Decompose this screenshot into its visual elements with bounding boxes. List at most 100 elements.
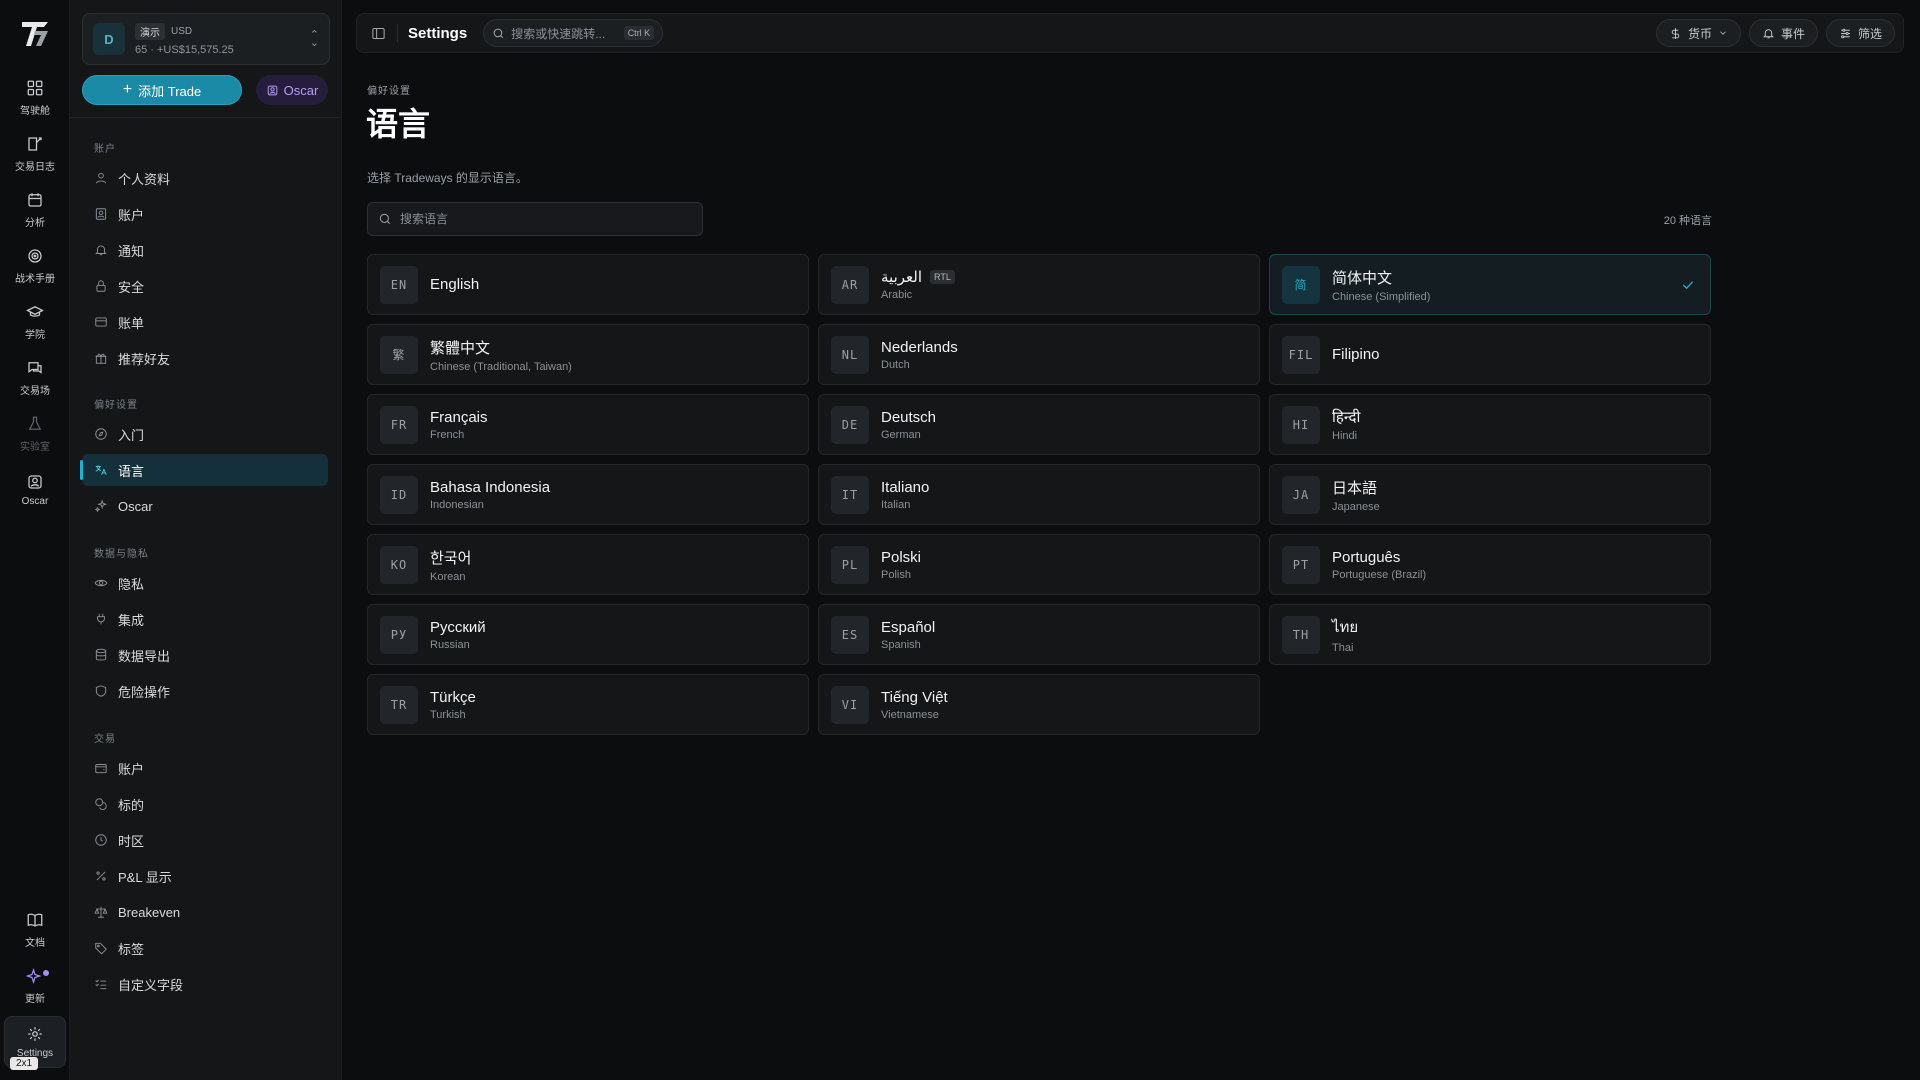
language-native-name: Português bbox=[1332, 548, 1401, 566]
language-english-name: Portuguese (Brazil) bbox=[1332, 568, 1427, 581]
filter-button[interactable]: 筛选 bbox=[1825, 19, 1895, 47]
language-code: VI bbox=[831, 685, 869, 724]
sidebar-item-label: 隐私 bbox=[118, 576, 145, 592]
language-code: 简 bbox=[1282, 265, 1320, 304]
top-bar-actions: 货币 事件 筛选 bbox=[1655, 19, 1895, 47]
language-native-name: Italiano bbox=[881, 478, 930, 496]
global-search[interactable]: 搜索或快速跳转... Ctrl K bbox=[483, 19, 664, 47]
language-english-name: Vietnamese bbox=[881, 708, 939, 721]
rail-item-updates[interactable]: 更新 bbox=[4, 960, 66, 1012]
language-option-it[interactable]: IT Italiano Italian bbox=[818, 464, 1260, 525]
sidebar-item-onboarding[interactable]: 入门 bbox=[82, 418, 328, 450]
rail-item-playbook[interactable]: 战术手册 bbox=[4, 240, 66, 292]
language-option-pl[interactable]: PL Polski Polish bbox=[818, 534, 1260, 595]
language-option-ja[interactable]: JA 日本語 Japanese bbox=[1269, 464, 1711, 525]
sidebar-item-profile[interactable]: 个人资料 bbox=[82, 162, 328, 194]
sidebar-item-timezone[interactable]: 时区 bbox=[82, 824, 328, 856]
sidebar-item-privacy[interactable]: 隐私 bbox=[82, 567, 328, 599]
language-option-ko[interactable]: KO 한국어 Korean bbox=[367, 534, 809, 595]
rail-item-lab[interactable]: 实验室 bbox=[4, 408, 66, 460]
language-native-name: English bbox=[430, 276, 480, 293]
shortcut-badge: Ctrl K bbox=[623, 26, 655, 40]
sidebar-item-custom-fields[interactable]: 自定义字段 bbox=[82, 968, 328, 1000]
sidebar-item-danger-zone[interactable]: 危险操作 bbox=[82, 675, 328, 707]
language-option-en[interactable]: EN English bbox=[367, 254, 809, 315]
sidebar-item-instruments[interactable]: 标的 bbox=[82, 788, 328, 820]
language-code: 繁 bbox=[380, 335, 418, 374]
language-english-name: Polish bbox=[881, 568, 911, 581]
sidebar-item-notifications[interactable]: 通知 bbox=[82, 234, 328, 266]
language-option-zh-hans[interactable]: 简 简体中文 Chinese (Simplified) bbox=[1269, 254, 1711, 315]
add-trade-label: 添加 Trade bbox=[138, 83, 202, 99]
sidebar-item-data-export[interactable]: 数据导出 bbox=[82, 639, 328, 671]
language-option-fil[interactable]: FIL Filipino bbox=[1269, 324, 1711, 385]
language-search-input[interactable] bbox=[400, 212, 692, 226]
language-option-tr[interactable]: TR Türkçe Turkish bbox=[367, 674, 809, 735]
add-trade-button[interactable]: + 添加 Trade bbox=[82, 75, 242, 105]
shield-icon bbox=[95, 685, 107, 697]
search-icon bbox=[379, 213, 391, 225]
rail-item-docs[interactable]: 文档 bbox=[4, 904, 66, 956]
language-code: РУ bbox=[380, 615, 418, 654]
language-option-de[interactable]: DE Deutsch German bbox=[818, 394, 1260, 455]
rail-label: 分析 bbox=[25, 218, 45, 229]
account-switcher[interactable]: D 演示 USD 65 · +US$15,575.25 ⌃ ⌄ bbox=[82, 13, 330, 65]
rail-label: 交易日志 bbox=[15, 162, 55, 173]
language-option-id[interactable]: ID Bahasa Indonesia Indonesian bbox=[367, 464, 809, 525]
currency-label: 货币 bbox=[1687, 26, 1712, 41]
journal-icon bbox=[28, 137, 42, 151]
sidebar-item-pnl-display[interactable]: P&L 显示 bbox=[82, 860, 328, 892]
language-option-vi[interactable]: VI Tiếng Việt Vietnamese bbox=[818, 674, 1260, 735]
sidebar-item-account[interactable]: 账户 bbox=[82, 198, 328, 230]
language-native-name: Deutsch bbox=[881, 408, 937, 426]
wallet-icon bbox=[95, 764, 107, 774]
sidebar-item-label: P&L 显示 bbox=[118, 869, 172, 885]
sidebar-item-label: 入门 bbox=[118, 427, 145, 443]
sidebar-item-billing[interactable]: 账单 bbox=[82, 306, 328, 338]
language-option-es[interactable]: ES Español Spanish bbox=[818, 604, 1260, 665]
events-button[interactable]: 事件 bbox=[1748, 19, 1818, 47]
sidebar-item-label: 账户 bbox=[118, 207, 145, 223]
rail-item-academy[interactable]: 学院 bbox=[4, 296, 66, 348]
rail-item-trading-floor[interactable]: 交易场 bbox=[4, 352, 66, 404]
notification-dot bbox=[43, 970, 49, 976]
language-english-name: Spanish bbox=[881, 638, 921, 651]
language-option-th[interactable]: TH ไทย Thai bbox=[1269, 604, 1711, 665]
language-code: EN bbox=[380, 265, 418, 304]
language-option-fr[interactable]: FR Français French bbox=[367, 394, 809, 455]
sidebar-item-oscar[interactable]: Oscar bbox=[82, 490, 328, 522]
avatar: D bbox=[93, 23, 125, 55]
language-grid: EN English AR العربية RTL Arabic 简 简体中文 … bbox=[367, 254, 1711, 735]
sidebar-item-trading-accounts[interactable]: 账户 bbox=[82, 752, 328, 784]
rail-item-oscar[interactable]: Oscar bbox=[4, 464, 66, 516]
currency-button[interactable]: 货币 bbox=[1655, 19, 1741, 47]
language-search[interactable] bbox=[367, 202, 703, 236]
sidebar-item-tags[interactable]: 标签 bbox=[82, 932, 328, 964]
sidebar-item-referral[interactable]: 推荐好友 bbox=[82, 342, 328, 374]
language-option-ru[interactable]: РУ Русский Russian bbox=[367, 604, 809, 665]
sidebar-item-breakeven[interactable]: Breakeven bbox=[82, 896, 328, 928]
language-option-pt[interactable]: PT Português Portuguese (Brazil) bbox=[1269, 534, 1711, 595]
size-tag: 2x1 bbox=[10, 1057, 39, 1070]
gift-icon bbox=[95, 353, 107, 364]
language-english-name: Chinese (Traditional, Taiwan) bbox=[430, 360, 572, 373]
rail-item-journal[interactable]: 交易日志 bbox=[4, 128, 66, 180]
sidebar-item-label: 危险操作 bbox=[118, 684, 171, 700]
sidebar-item-integrations[interactable]: 集成 bbox=[82, 603, 328, 635]
oscar-button[interactable]: Oscar bbox=[256, 75, 328, 105]
rail-item-cockpit[interactable]: 驾驶舱 bbox=[4, 72, 66, 124]
sidebar-toggle-button[interactable] bbox=[365, 20, 391, 46]
language-option-zh-hant[interactable]: 繁 繁體中文 Chinese (Traditional, Taiwan) bbox=[367, 324, 809, 385]
sidebar-item-security[interactable]: 安全 bbox=[82, 270, 328, 302]
target-icon bbox=[28, 249, 42, 263]
language-option-hi[interactable]: HI हिन्दी Hindi bbox=[1269, 394, 1711, 455]
rail-item-analysis[interactable]: 分析 bbox=[4, 184, 66, 236]
language-option-ar[interactable]: AR العربية RTL Arabic bbox=[818, 254, 1260, 315]
account-currency: USD bbox=[171, 25, 193, 37]
app-logo-icon[interactable] bbox=[19, 18, 51, 50]
sidebar-item-language[interactable]: 语言 bbox=[80, 454, 328, 486]
rail-label: 文档 bbox=[25, 938, 45, 949]
oscar-icon bbox=[267, 85, 277, 95]
language-native-name: Tiếng Việt bbox=[881, 688, 948, 706]
language-option-nl[interactable]: NL Nederlands Dutch bbox=[818, 324, 1260, 385]
